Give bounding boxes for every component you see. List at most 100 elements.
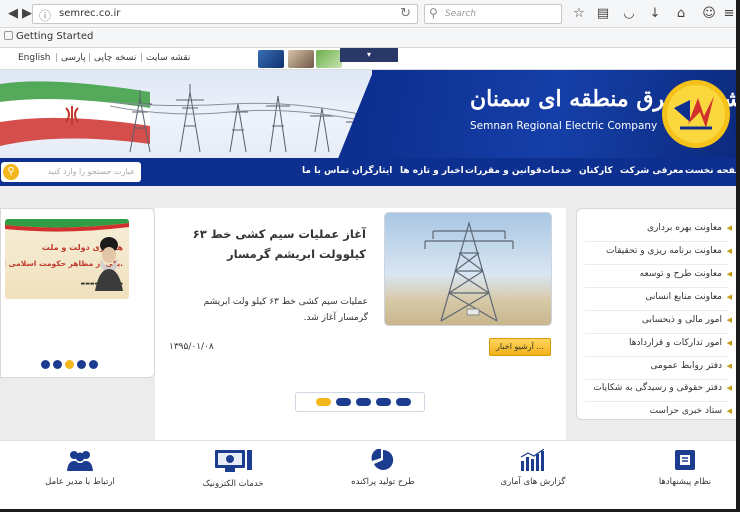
nav-about[interactable]: معرفی شرکت: [620, 166, 684, 176]
carousel-dot[interactable]: [77, 360, 86, 369]
nav-veterans[interactable]: ایثارگران: [352, 166, 392, 176]
menu-item-security[interactable]: ستاد خبری حراست: [650, 406, 722, 416]
poster-box: همکاری دولت و ملت یکی از مظاهر حکومت اسل…: [0, 208, 155, 378]
poster-flag-stripe: [5, 219, 129, 232]
quick-link-tile[interactable]: [258, 50, 284, 68]
menu-item-development[interactable]: معاونت طرح و توسعه: [640, 269, 722, 279]
pocket-icon[interactable]: ◡: [620, 5, 638, 23]
menu-item-hr[interactable]: معاونت منابع انسانی: [645, 292, 722, 302]
footer-links: نظام پیشنهادها گزارش های آماری طرح تولید…: [0, 440, 740, 512]
bar-chart-icon: [520, 449, 545, 471]
url-bar[interactable]: ⓘ semrec.co.ir ↻: [32, 4, 418, 24]
users-icon: [67, 451, 93, 471]
download-icon[interactable]: ↓: [646, 5, 664, 23]
menu-item-public-relations[interactable]: دفتر روابط عمومی: [651, 361, 723, 371]
chevron-down-icon[interactable]: ▾: [340, 48, 398, 62]
site-info-icon[interactable]: ⓘ: [39, 7, 51, 24]
chevron-left-icon: ◀: [726, 270, 732, 278]
pager-dot-active[interactable]: [316, 398, 331, 406]
home-icon[interactable]: ⌂: [672, 5, 690, 23]
chevron-left-icon: ◀: [726, 293, 732, 301]
search-icon: ⚲: [429, 6, 438, 20]
reload-icon[interactable]: ↻: [400, 6, 411, 21]
pager-dot[interactable]: [336, 398, 351, 406]
menu-item-planning[interactable]: معاونت برنامه ریزی و تحقیقات: [606, 246, 722, 256]
carousel-dot[interactable]: [41, 360, 50, 369]
chevron-left-icon: ◀: [726, 316, 732, 324]
browser-toolbar: ◀ ▶ ⓘ semrec.co.ir ↻ ⚲ Search ☆ ▤ ◡ ↓ ⌂ …: [0, 0, 740, 28]
nav-contact[interactable]: تماس با ما: [302, 166, 349, 176]
company-logo-icon[interactable]: [660, 78, 732, 150]
site-search[interactable]: ⚲ عبارت جستجو را وارد کنید: [1, 162, 141, 182]
carousel-dot[interactable]: [53, 360, 62, 369]
carousel-dot-active[interactable]: [65, 360, 74, 369]
browser-search-placeholder: Search: [445, 9, 477, 19]
footer-suggestions[interactable]: نظام پیشنهادها: [630, 449, 740, 487]
bookmark-icon: [4, 31, 13, 40]
suggestion-box-icon: [675, 450, 695, 470]
news-pager: [295, 392, 425, 412]
menu-item-finance[interactable]: امور مالی و ذیحسابی: [642, 315, 722, 325]
menu-divider: [585, 379, 728, 380]
link-english[interactable]: English: [18, 53, 51, 63]
header-banner: شرکت برق منطقه ای سمنان Semnan Regional …: [0, 70, 740, 158]
bookmark-label: Getting Started: [16, 31, 94, 42]
nav-staff[interactable]: کارکنان: [579, 166, 613, 176]
bookmarks-bar: Getting Started: [0, 29, 740, 48]
news-box: آغاز عملیات سیم کشی خط ۶۳ کیلوولت ابریشم…: [155, 208, 566, 442]
main-nav: صفحه نخست معرفی شرکت کارکنان خدمات قوانی…: [0, 158, 740, 186]
menu-divider: [585, 241, 728, 242]
menu-divider: [585, 401, 728, 402]
pager-dot[interactable]: [376, 398, 391, 406]
browser-search-bar[interactable]: ⚲ Search: [424, 4, 562, 24]
pie-chart-icon: [371, 449, 394, 470]
menu-divider: [585, 287, 728, 288]
computer-icon: [215, 450, 252, 472]
chevron-left-icon: ◀: [726, 407, 732, 415]
footer-stats-label: گزارش های آماری: [500, 477, 566, 487]
news-archive-button[interactable]: آرشیو اخبار ...: [489, 338, 551, 356]
footer-stats[interactable]: گزارش های آماری: [478, 449, 588, 487]
web-page: English | پارسی | نسخه چاپی | نقشه سایت …: [0, 48, 740, 512]
footer-eservices[interactable]: خدمات الکترونیک: [178, 449, 288, 489]
transmission-tower-image: [424, 220, 514, 322]
chevron-left-icon: ◀: [726, 224, 732, 232]
site-search-placeholder: عبارت جستجو را وارد کنید: [47, 167, 135, 176]
footer-production-label: طرح تولید پراکنده: [351, 477, 415, 487]
quick-link-tile[interactable]: [288, 50, 314, 68]
link-print[interactable]: نسخه چاپی: [94, 53, 136, 63]
pager-dot[interactable]: [396, 398, 411, 406]
footer-production[interactable]: طرح تولید پراکنده: [328, 449, 438, 487]
menu-item-operations[interactable]: معاونت بهره برداری: [647, 223, 722, 233]
reading-list-icon[interactable]: ▤: [594, 5, 612, 23]
url-text: semrec.co.ir: [59, 8, 121, 19]
leader-poster[interactable]: همکاری دولت و ملت یکی از مظاهر حکومت اسل…: [5, 219, 129, 299]
search-icon[interactable]: ⚲: [3, 164, 19, 180]
link-sitemap[interactable]: نقشه سایت: [146, 53, 190, 63]
chat-icon[interactable]: ☺: [700, 5, 718, 23]
news-image[interactable]: [384, 212, 552, 326]
menu-divider: [585, 333, 728, 334]
news-title[interactable]: آغاز عملیات سیم کشی خط ۶۳ کیلوولت ابریشم…: [176, 224, 366, 264]
quick-link-tile[interactable]: [316, 50, 342, 68]
link-separator: |: [88, 53, 92, 63]
carousel-dot[interactable]: [89, 360, 98, 369]
footer-ceo[interactable]: ارتباط با مدیر عامل: [25, 449, 135, 487]
menu-item-procurement[interactable]: امور تدارکات و قراردادها: [629, 338, 722, 348]
nav-laws[interactable]: قوانین و مقررات: [465, 166, 542, 176]
menu-divider: [585, 310, 728, 311]
link-persian[interactable]: پارسی: [61, 53, 86, 63]
bookmark-star-icon[interactable]: ☆: [570, 5, 588, 23]
chevron-left-icon: ◀: [726, 339, 732, 347]
nav-news[interactable]: اخبار و تازه ها: [400, 166, 464, 176]
company-name-en: Semnan Regional Electric Company: [470, 120, 658, 132]
nav-services[interactable]: خدمات: [542, 166, 572, 176]
link-separator: |: [55, 53, 59, 63]
nav-home[interactable]: صفحه نخست: [685, 166, 740, 176]
department-menu: ◀ معاونت بهره برداری ◀ معاونت برنامه ریز…: [576, 208, 737, 420]
menu-item-legal[interactable]: دفتر حقوقی و رسیدگی به شکایات: [593, 383, 722, 393]
footer-suggestions-label: نظام پیشنهادها: [658, 477, 712, 487]
pager-dot[interactable]: [356, 398, 371, 406]
bookmark-getting-started[interactable]: Getting Started: [4, 31, 93, 42]
menu-divider: [585, 356, 728, 357]
